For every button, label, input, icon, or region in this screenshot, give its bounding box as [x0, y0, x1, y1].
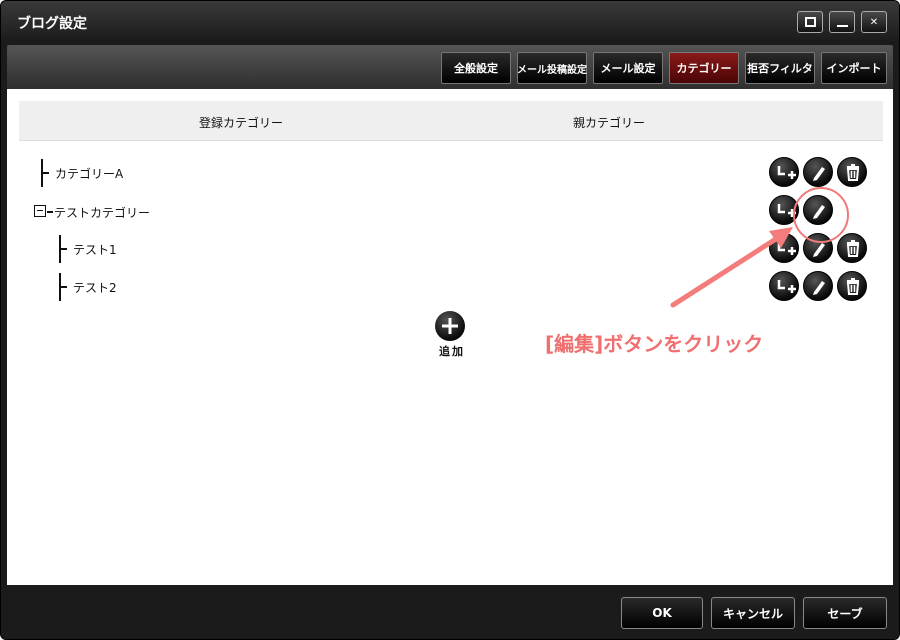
- cancel-button[interactable]: キャンセル: [711, 597, 795, 629]
- blog-settings-window: ブログ設定 ✕ 全般設定 メール投稿設定 メール設定 カテゴリー 拒否フィルタ …: [0, 0, 900, 640]
- annotation-text: [編集]ボタンをクリック: [545, 332, 764, 356]
- annotation-arrow-icon: [670, 227, 793, 308]
- footer-bar: OK キャンセル セーブ: [1, 585, 899, 639]
- ok-button[interactable]: OK: [621, 597, 703, 629]
- save-button[interactable]: セーブ: [803, 597, 887, 629]
